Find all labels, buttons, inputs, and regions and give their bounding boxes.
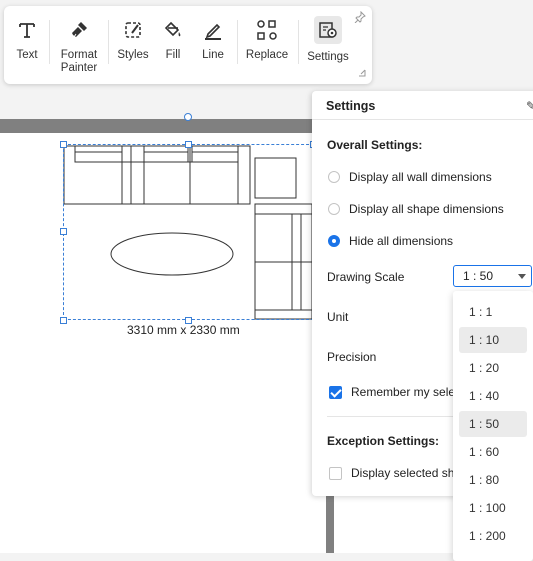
- styles-button[interactable]: Styles: [116, 6, 150, 84]
- settings-button[interactable]: Settings: [304, 6, 352, 84]
- scale-option[interactable]: 1 : 60: [459, 439, 527, 465]
- resize-handle[interactable]: [60, 228, 67, 235]
- overall-settings-heading: Overall Settings:: [327, 138, 423, 152]
- scale-option[interactable]: 1 : 20: [459, 355, 527, 381]
- radio-button[interactable]: [328, 203, 340, 215]
- text-icon: [15, 18, 39, 42]
- precision-label: Precision: [327, 350, 377, 364]
- scale-option[interactable]: 1 : 200: [459, 523, 527, 549]
- scale-option[interactable]: 1 : 80: [459, 467, 527, 493]
- radio-display-shape-dimensions[interactable]: Display all shape dimensions: [328, 202, 504, 216]
- scale-option-selected[interactable]: 1 : 50: [459, 411, 527, 437]
- drawing-scale-label: Drawing Scale: [327, 270, 405, 284]
- remember-selection-checkbox-row[interactable]: Remember my sele: [329, 385, 455, 399]
- radio-hide-all-dimensions[interactable]: Hide all dimensions: [328, 234, 453, 248]
- scale-option[interactable]: 1 : 40: [459, 383, 527, 409]
- resize-handle[interactable]: [60, 317, 67, 324]
- line-button[interactable]: Line: [199, 6, 227, 84]
- checkbox[interactable]: [329, 466, 342, 480]
- settings-icon: [314, 16, 342, 44]
- replace-icon: [255, 18, 279, 42]
- dimension-label: 3310 mm x 2330 mm: [127, 323, 240, 337]
- pin-icon[interactable]: ✎: [526, 99, 533, 113]
- scale-option[interactable]: 1 : 1: [459, 299, 527, 325]
- resize-handle[interactable]: [185, 141, 192, 148]
- unit-label: Unit: [327, 310, 349, 324]
- styles-icon: [121, 18, 145, 42]
- format-painter-icon: [67, 18, 91, 42]
- fill-bucket-icon: [161, 18, 185, 42]
- radio-button[interactable]: [328, 171, 340, 183]
- format-painter-button[interactable]: Format Painter: [56, 6, 102, 84]
- exception-settings-heading: Exception Settings:: [327, 434, 440, 448]
- scale-option[interactable]: 1 : 10: [459, 327, 527, 353]
- selection-box[interactable]: [63, 144, 314, 320]
- rotate-handle[interactable]: [184, 113, 192, 121]
- radio-display-wall-dimensions[interactable]: Display all wall dimensions: [328, 170, 492, 184]
- line-pen-icon: [201, 18, 225, 42]
- chevron-down-icon: [518, 274, 526, 279]
- settings-title: Settings: [326, 99, 376, 113]
- display-selected-checkbox-row[interactable]: Display selected sha: [329, 466, 461, 480]
- scale-option[interactable]: 1 : 100: [459, 495, 527, 521]
- checkbox[interactable]: [329, 385, 342, 399]
- drawing-scale-select[interactable]: 1 : 50: [453, 265, 532, 287]
- text-button[interactable]: Text: [10, 6, 44, 84]
- pin-icon[interactable]: [354, 11, 366, 23]
- floating-toolbar: Text Format Painter Styles Fill Line Rep…: [4, 6, 372, 84]
- radio-button[interactable]: [328, 235, 340, 247]
- drawing-scale-dropdown: 1 : 1 1 : 10 1 : 20 1 : 40 1 : 50 1 : 60…: [453, 291, 533, 561]
- expand-corner-icon[interactable]: [358, 69, 366, 77]
- replace-button[interactable]: Replace: [244, 6, 290, 84]
- fill-button[interactable]: Fill: [159, 6, 187, 84]
- resize-handle[interactable]: [60, 141, 67, 148]
